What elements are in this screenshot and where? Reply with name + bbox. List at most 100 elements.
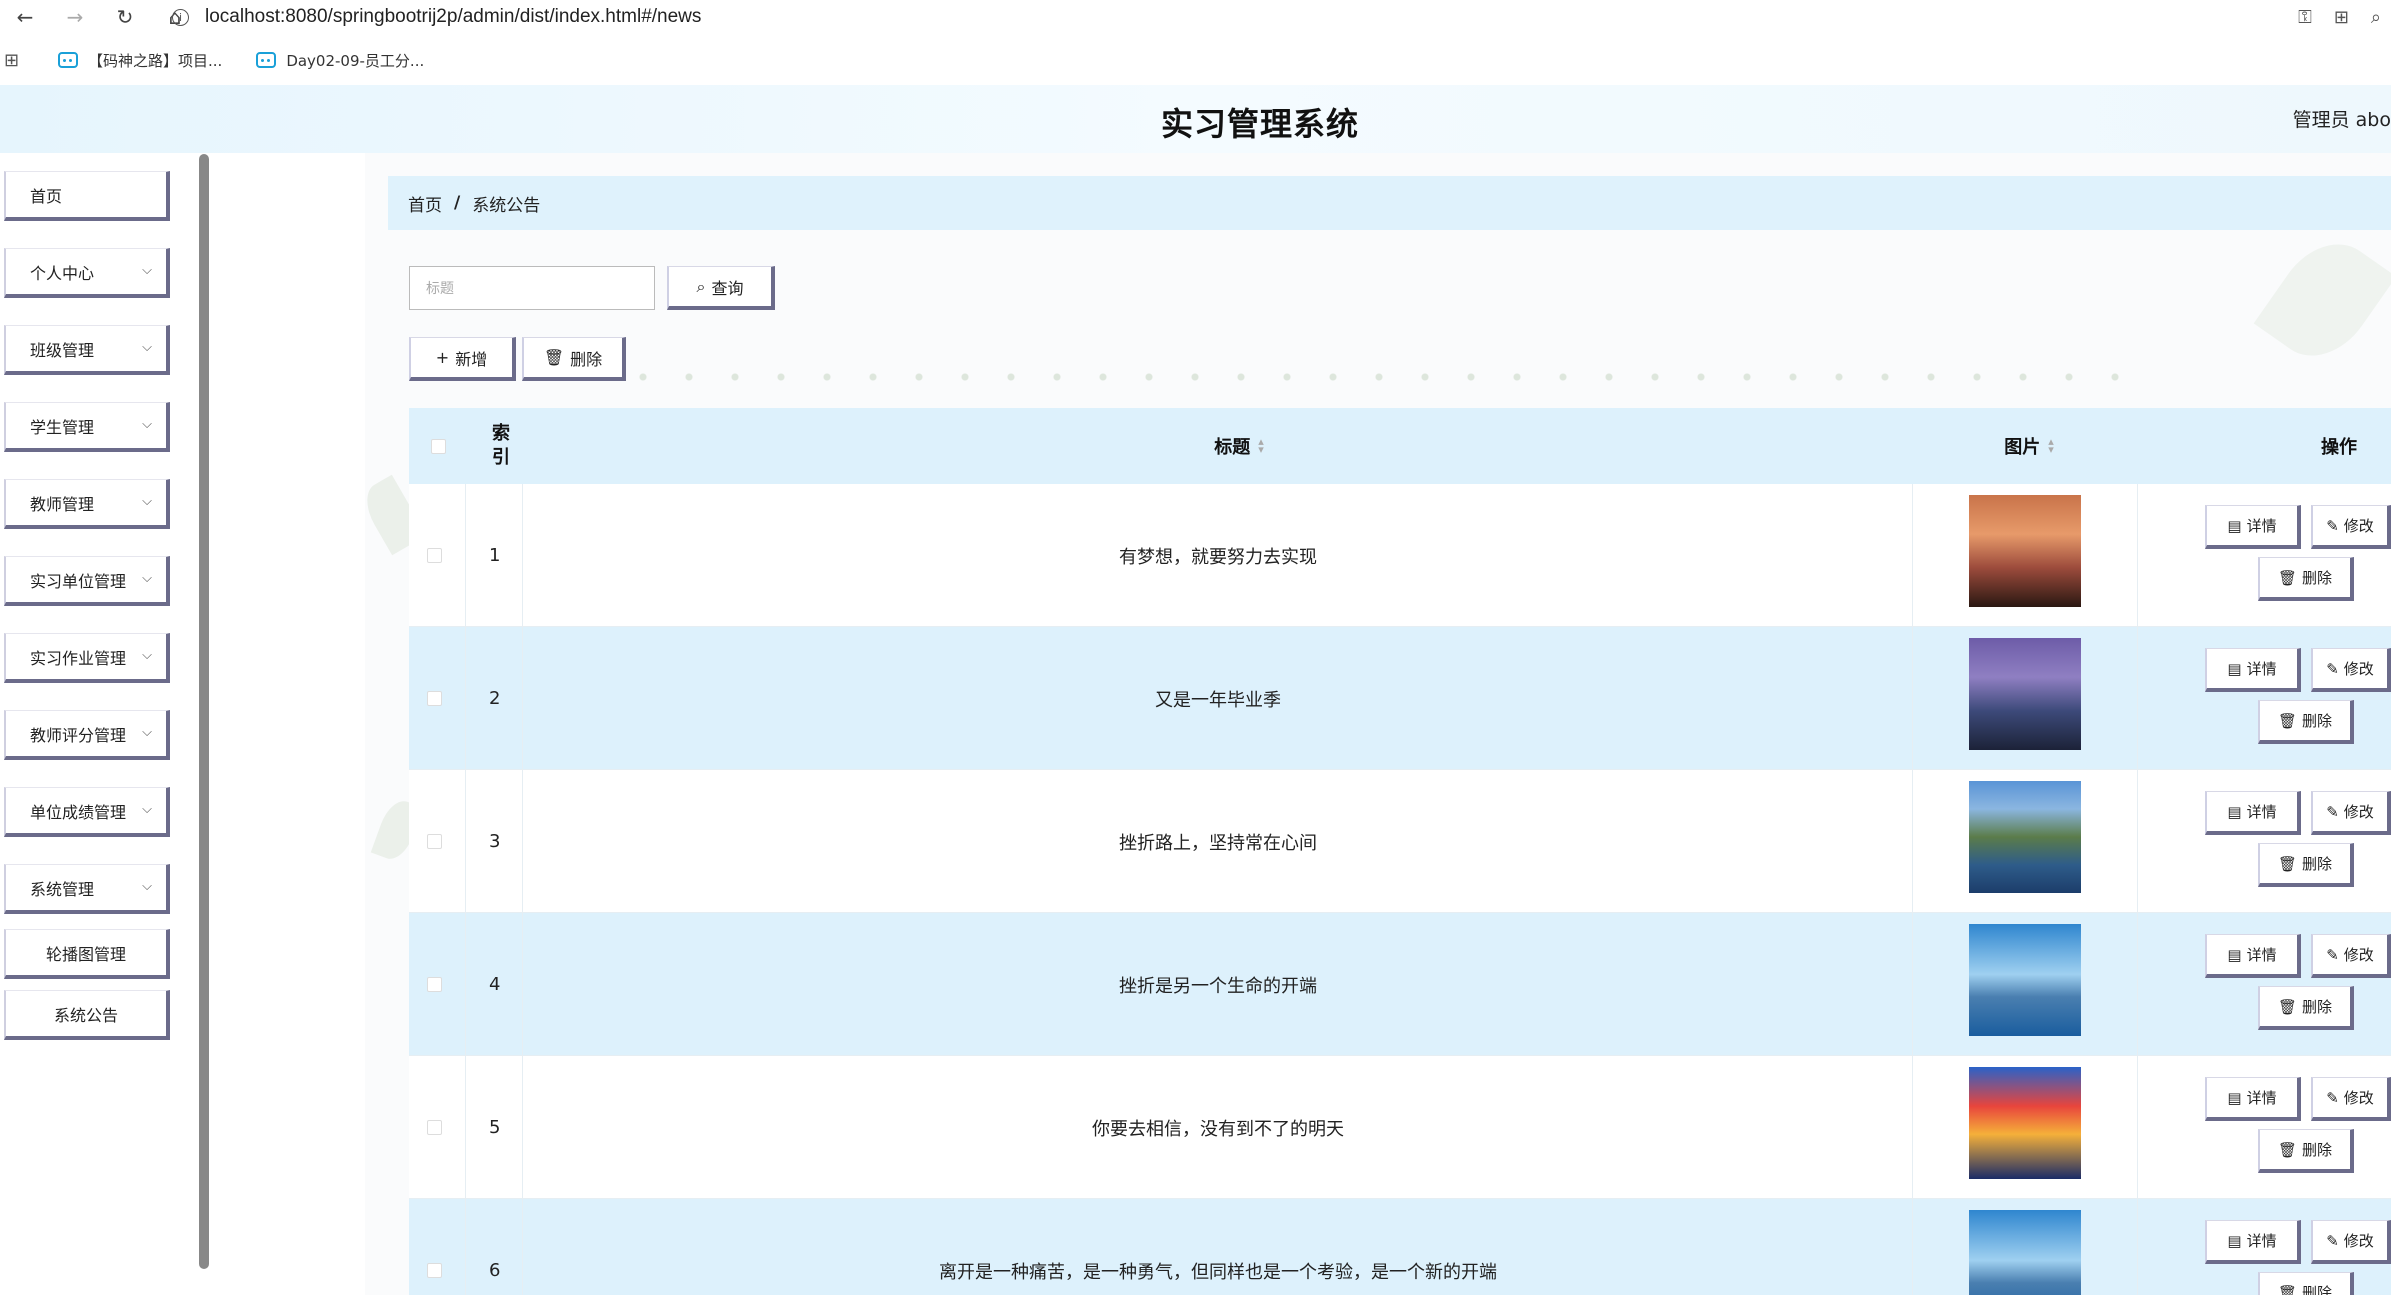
bookmark-item[interactable]: 【码神之路】项目... bbox=[58, 50, 222, 71]
column-title[interactable]: 标题 ▴ ▾ bbox=[1189, 408, 1289, 484]
cell-divider bbox=[465, 627, 466, 770]
breadcrumb-separator: / bbox=[454, 193, 461, 213]
row-index: 3 bbox=[489, 831, 501, 852]
row-checkbox[interactable] bbox=[427, 1120, 442, 1135]
sidebar-item-system-management[interactable]: 系统管理 ⌵ bbox=[4, 864, 170, 914]
sidebar-item-student-management[interactable]: 学生管理 ⌵ bbox=[4, 402, 170, 452]
sidebar-item-internship-homework[interactable]: 实习作业管理 ⌵ bbox=[4, 633, 170, 683]
cell-divider bbox=[2137, 770, 2138, 913]
batch-delete-button[interactable]: 🗑 删除 bbox=[522, 337, 626, 381]
row-delete-button[interactable]: 🗑 删除 bbox=[2258, 1129, 2354, 1173]
row-delete-button[interactable]: 🗑 删除 bbox=[2258, 700, 2354, 744]
apps-icon[interactable]: ⊞ bbox=[4, 50, 28, 71]
sort-icon[interactable]: ▴ ▾ bbox=[2048, 436, 2054, 455]
bilibili-icon bbox=[58, 52, 78, 68]
bookmarks-bar: ⊞ 【码神之路】项目... Day02-09-员工分... bbox=[0, 44, 2391, 76]
trash-icon: 🗑 bbox=[2277, 854, 2298, 873]
row-title: 又是一年毕业季 bbox=[1155, 689, 1281, 711]
detail-icon: ▤ bbox=[2227, 659, 2242, 678]
bilibili-icon bbox=[256, 52, 277, 68]
row-image[interactable] bbox=[1969, 495, 2081, 607]
translate-icon[interactable]: ⊞ bbox=[2334, 7, 2349, 28]
reload-icon[interactable]: ↻ bbox=[100, 0, 150, 34]
sidebar-item-unit-score[interactable]: 单位成绩管理 ⌵ bbox=[4, 787, 170, 837]
edit-button[interactable]: ✎ 修改 bbox=[2311, 934, 2391, 978]
chevron-down-icon: ⌵ bbox=[142, 802, 152, 817]
add-button[interactable]: + 新增 bbox=[409, 337, 516, 381]
search-title-input[interactable]: 标题 bbox=[409, 266, 655, 310]
sidebar-item-home[interactable]: 首页 bbox=[4, 171, 170, 221]
app-header: 实习管理系统 管理员 abo bbox=[0, 85, 2391, 153]
row-checkbox[interactable] bbox=[427, 1263, 442, 1278]
edit-icon: ✎ bbox=[2326, 1088, 2339, 1107]
edit-button[interactable]: ✎ 修改 bbox=[2311, 648, 2391, 692]
sidebar-item-teacher-score[interactable]: 教师评分管理 ⌵ bbox=[4, 710, 170, 760]
table-row: 1 有梦想，就要努力去实现 ▤ 详情 ✎ 修改 🗑 删除 bbox=[409, 484, 2391, 627]
detail-button[interactable]: ▤ 详情 bbox=[2205, 1220, 2301, 1264]
zoom-icon[interactable]: ⌕ bbox=[2371, 7, 2381, 28]
row-index: 4 bbox=[489, 974, 501, 995]
url-text[interactable]: localhost:8080/springbootrij2p/admin/dis… bbox=[205, 6, 701, 28]
key-icon[interactable]: ⚿ bbox=[2298, 7, 2312, 28]
delete-button-label: 删除 bbox=[570, 349, 603, 369]
sidebar-item-label: 教师管理 bbox=[30, 494, 95, 514]
row-image[interactable] bbox=[1969, 638, 2081, 750]
row-delete-button-label: 删除 bbox=[2302, 1141, 2333, 1159]
row-title: 你要去相信，没有到不了的明天 bbox=[1092, 1118, 1344, 1140]
forward-icon[interactable]: → bbox=[50, 0, 100, 34]
edit-button[interactable]: ✎ 修改 bbox=[2311, 505, 2391, 549]
back-icon[interactable]: ← bbox=[0, 0, 50, 34]
sidebar-item-personal-center[interactable]: 个人中心 ⌵ bbox=[4, 248, 170, 298]
sidebar-item-label: 系统管理 bbox=[30, 879, 95, 899]
row-checkbox[interactable] bbox=[427, 548, 442, 563]
detail-icon: ▤ bbox=[2227, 802, 2242, 821]
detail-button[interactable]: ▤ 详情 bbox=[2205, 934, 2301, 978]
user-info[interactable]: 管理员 abo bbox=[2293, 105, 2391, 132]
row-delete-button[interactable]: 🗑 删除 bbox=[2258, 557, 2354, 601]
row-checkbox[interactable] bbox=[427, 834, 442, 849]
sort-icon[interactable]: ▴ ▾ bbox=[1258, 436, 1264, 455]
chevron-down-icon: ⌵ bbox=[142, 879, 152, 894]
detail-button[interactable]: ▤ 详情 bbox=[2205, 505, 2301, 549]
sidebar-scrollbar[interactable] bbox=[199, 154, 209, 1269]
row-delete-button[interactable]: 🗑 删除 bbox=[2258, 986, 2354, 1030]
bookmark-item[interactable]: Day02-09-员工分... bbox=[256, 50, 424, 71]
row-delete-button-label: 删除 bbox=[2302, 712, 2333, 730]
info-icon[interactable]: i bbox=[172, 8, 189, 26]
table-header: 索引 标题 ▴ ▾ 图片 ▴ ▾ 操作 bbox=[409, 408, 2391, 484]
edit-button[interactable]: ✎ 修改 bbox=[2311, 1220, 2391, 1264]
sidebar-item-teacher-management[interactable]: 教师管理 ⌵ bbox=[4, 479, 170, 529]
address-bar[interactable]: i localhost:8080/springbootrij2p/admin/d… bbox=[172, 2, 2202, 32]
row-delete-button-label: 删除 bbox=[2302, 998, 2333, 1016]
row-checkbox[interactable] bbox=[427, 691, 442, 706]
row-checkbox[interactable] bbox=[427, 977, 442, 992]
edit-button[interactable]: ✎ 修改 bbox=[2311, 1077, 2391, 1121]
row-delete-button[interactable]: 🗑 删除 bbox=[2258, 1272, 2354, 1295]
detail-button[interactable]: ▤ 详情 bbox=[2205, 1077, 2301, 1121]
select-all-checkbox[interactable] bbox=[431, 439, 446, 454]
row-delete-button-label: 删除 bbox=[2302, 1284, 2333, 1295]
row-image[interactable] bbox=[1969, 1210, 2081, 1295]
edit-button[interactable]: ✎ 修改 bbox=[2311, 791, 2391, 835]
detail-button[interactable]: ▤ 详情 bbox=[2205, 791, 2301, 835]
sidebar-item-class-management[interactable]: 班级管理 ⌵ bbox=[4, 325, 170, 375]
row-image[interactable] bbox=[1969, 781, 2081, 893]
row-delete-button[interactable]: 🗑 删除 bbox=[2258, 843, 2354, 887]
browser-actions: ⚿ ⊞ ⌕ bbox=[2298, 2, 2381, 32]
sidebar-item-carousel[interactable]: 轮播图管理 bbox=[4, 929, 170, 979]
cell-divider bbox=[465, 1199, 466, 1295]
search-button[interactable]: ⌕ 查询 bbox=[667, 266, 775, 310]
table-row: 5 你要去相信，没有到不了的明天 ▤ 详情 ✎ 修改 🗑 删除 bbox=[409, 1056, 2391, 1199]
column-image[interactable]: 图片 ▴ ▾ bbox=[1979, 408, 2079, 484]
column-image-label: 图片 bbox=[2004, 437, 2041, 458]
sidebar-item-announcements[interactable]: 系统公告 bbox=[4, 990, 170, 1040]
cell-divider bbox=[465, 1056, 466, 1199]
detail-button[interactable]: ▤ 详情 bbox=[2205, 648, 2301, 692]
sidebar-item-internship-unit[interactable]: 实习单位管理 ⌵ bbox=[4, 556, 170, 606]
sidebar-item-label: 轮播图管理 bbox=[45, 944, 126, 964]
row-image[interactable] bbox=[1969, 1067, 2081, 1179]
breadcrumb-home[interactable]: 首页 bbox=[408, 191, 442, 216]
row-image[interactable] bbox=[1969, 924, 2081, 1036]
chevron-down-icon: ⌵ bbox=[142, 263, 152, 278]
cell-divider bbox=[2137, 913, 2138, 1056]
